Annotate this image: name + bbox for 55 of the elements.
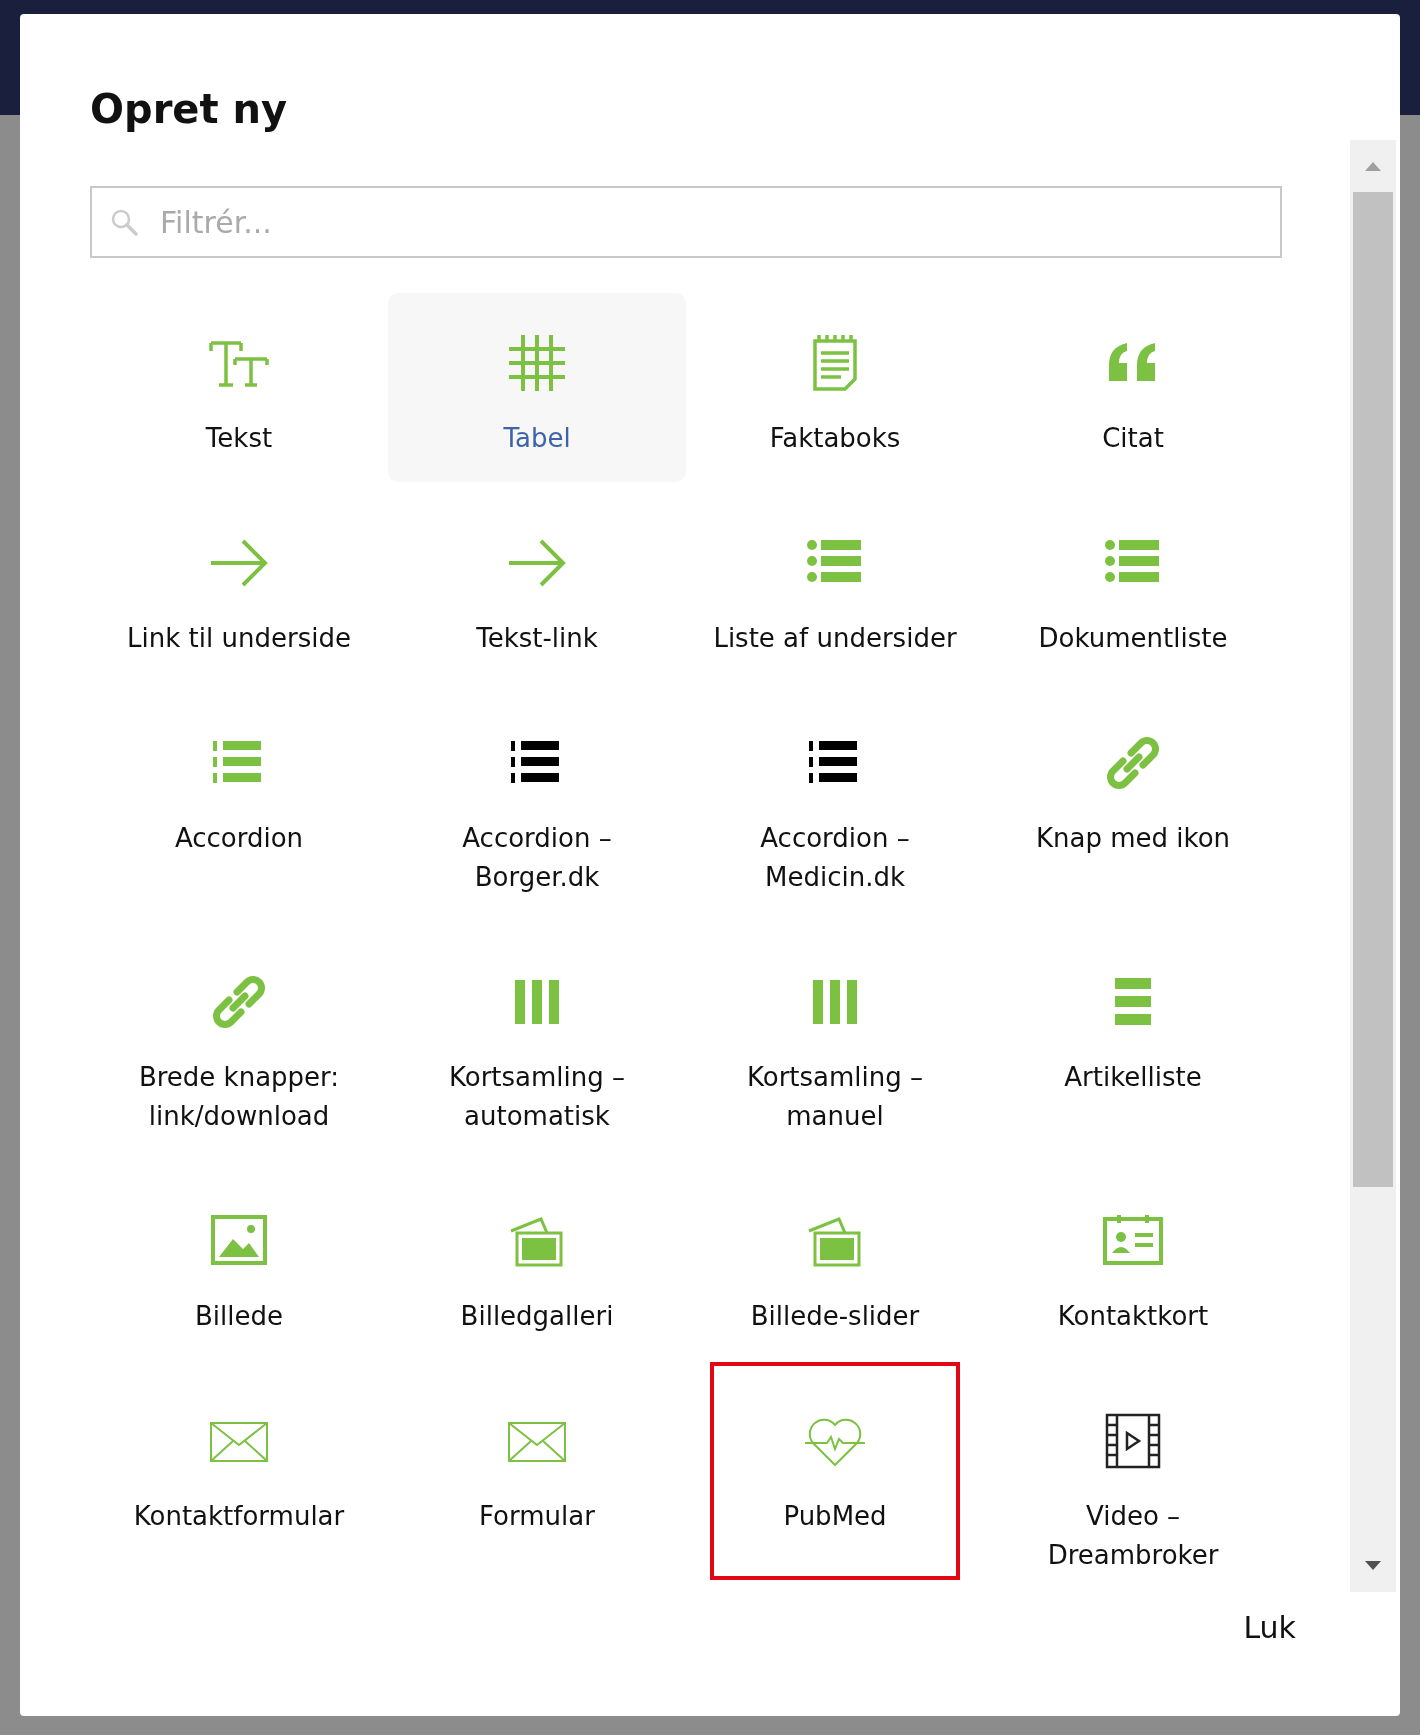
tile-label: Kontaktkort [1057,1300,1209,1333]
tile-label: Liste af undersider [713,622,957,655]
element-tile[interactable]: Accordion [90,693,388,921]
element-tile[interactable]: Kontaktkort [984,1171,1282,1360]
dialog-title: Opret ny [90,85,289,134]
element-tile[interactable]: Video – Dreambroker [984,1371,1282,1592]
element-tile[interactable]: Brede knapper: link/download [90,932,388,1160]
element-tile[interactable]: Formular [388,1371,686,1592]
scroll-thumb[interactable] [1353,192,1393,1187]
element-tile[interactable]: Accordion – Borger.dk [388,693,686,921]
tile-label: Billede-slider [750,1300,920,1333]
element-tile[interactable]: Liste af undersider [686,493,984,682]
tile-label: Video – Dreambroker [1046,1500,1220,1572]
tile-label: Accordion – Medicin.dk [759,822,911,894]
element-tile[interactable]: Billede-slider [686,1171,984,1360]
element-tile[interactable]: Kontaktformular [90,1371,388,1592]
search-field[interactable]: Filtrér... [90,186,1282,258]
element-tile[interactable]: Billedgalleri [388,1171,686,1360]
tile-label: Kontaktformular [133,1500,345,1533]
tile-label: Tekst-link [476,622,598,655]
tile-label: Billede [195,1300,283,1333]
element-tile[interactable]: Dokumentliste [984,493,1282,682]
tile-label: Accordion [174,822,304,855]
element-tile[interactable]: PubMed [710,1362,960,1580]
element-tile[interactable]: Faktaboks [686,293,984,482]
tile-label: Kortsamling – automatisk [447,1061,626,1133]
tile-label: Accordion – Borger.dk [461,822,613,894]
element-tile[interactable]: Link til underside [90,493,388,682]
element-tile[interactable]: Artikelliste [984,932,1282,1160]
tile-label: Billedgalleri [460,1300,614,1333]
tile-label: Link til underside [127,622,351,655]
element-tile[interactable]: Knap med ikon [984,693,1282,921]
scrollbar[interactable] [1350,140,1396,1592]
tile-label: Kortsamling – manuel [745,1061,924,1133]
element-tile[interactable]: Tekst [90,293,388,482]
element-tile[interactable]: Tekst-link [388,493,686,682]
tile-label: PubMed [783,1500,887,1533]
close-button[interactable]: Luk [1239,1606,1300,1649]
tile-label: Tabel [503,422,571,455]
scroll-up-icon[interactable] [1363,160,1383,172]
tile-label: Formular [479,1500,595,1533]
tile-label: Brede knapper: link/download [137,1061,341,1133]
element-tile[interactable]: Billede [90,1171,388,1360]
element-tile[interactable]: Tabel [388,293,686,482]
scroll-down-icon[interactable] [1363,1560,1383,1572]
tile-label: Dokumentliste [1038,622,1228,655]
element-tile[interactable]: Citat [984,293,1282,482]
element-tile[interactable]: Accordion – Medicin.dk [686,693,984,921]
tile-label: Citat [1102,422,1164,455]
tile-label: Faktaboks [769,422,901,455]
tile-label: Knap med ikon [1035,822,1231,855]
tile-label: Artikelliste [1064,1061,1202,1094]
element-tile[interactable]: Kortsamling – automatisk [388,932,686,1160]
tile-label: Tekst [205,422,273,455]
element-tile[interactable]: Kortsamling – manuel [686,932,984,1160]
